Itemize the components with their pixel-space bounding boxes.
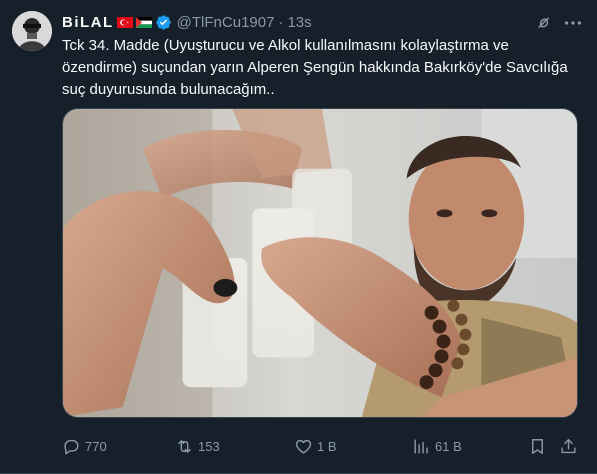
tweet-timestamp[interactable]: 13s: [287, 14, 311, 31]
tweet-actions: 770 153 1 B 61 B: [62, 434, 578, 458]
views-count: 61 B: [435, 438, 462, 454]
share-button[interactable]: [559, 434, 578, 458]
separator-dot: ·: [278, 13, 284, 31]
tweet-text: Tck 34. Madde (Uyuşturucu ve Alkol kulla…: [62, 37, 568, 98]
tweet-card[interactable]: BiLAL @TlFnCu1907 · 13s Tck 34. Madde (U…: [0, 0, 597, 474]
verified-badge-icon: [155, 14, 172, 31]
grok-icon[interactable]: [535, 14, 553, 32]
reply-count: 770: [85, 438, 107, 454]
share-icon: [559, 437, 578, 456]
reply-button[interactable]: 770: [62, 434, 107, 458]
reply-icon: [62, 437, 81, 456]
more-icon[interactable]: [562, 12, 584, 34]
bookmark-button[interactable]: [528, 434, 547, 458]
views-icon: [412, 437, 431, 456]
tweet-media-image[interactable]: [62, 108, 578, 418]
retweet-count: 153: [198, 438, 220, 454]
turkey-flag-icon: [116, 16, 133, 28]
tweet-header: BiLAL @TlFnCu1907 · 13s: [62, 12, 312, 32]
avatar[interactable]: [12, 11, 52, 51]
like-count: 1 B: [317, 438, 337, 454]
retweet-button[interactable]: 153: [175, 434, 220, 458]
retweet-icon: [175, 437, 194, 456]
like-button[interactable]: 1 B: [294, 434, 337, 458]
bookmark-icon: [528, 437, 547, 456]
palestine-flag-icon: [135, 16, 152, 28]
user-handle[interactable]: @TlFnCu1907: [177, 14, 275, 31]
display-name[interactable]: BiLAL: [62, 14, 114, 31]
views-button[interactable]: 61 B: [412, 434, 462, 458]
heart-icon: [294, 437, 313, 456]
